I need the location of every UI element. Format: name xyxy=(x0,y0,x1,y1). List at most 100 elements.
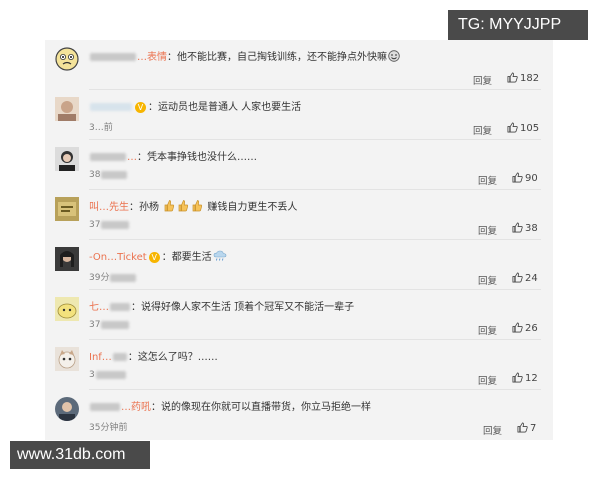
like-button[interactable]: 182 xyxy=(507,72,539,84)
comment-text-continued: 赚钱自力更生不丢人 xyxy=(207,202,298,213)
like-button[interactable]: 24 xyxy=(512,272,538,284)
rain-cloud-emoji-icon xyxy=(213,250,227,265)
blurred-username xyxy=(90,53,136,61)
comment-line: 七… ：说得好像人家不生活 顶着个冠军又不能活一辈子 xyxy=(89,302,355,313)
reply-button[interactable]: 回复 xyxy=(473,73,492,87)
comment-item: 七… ：说得好像人家不生活 顶着个冠军又不能活一辈子 37 回复 26 xyxy=(45,290,553,340)
comment-line: …表情：他不能比赛，自己掏钱训练，还不能挣点外快嘛 xyxy=(89,48,401,65)
photo-avatar-icon xyxy=(55,147,79,171)
comment-time: 35分钟前 xyxy=(89,423,128,433)
reply-button[interactable]: 回复 xyxy=(478,173,497,187)
comment-item: …表情：他不能比赛，自己掏钱训练，还不能挣点外快嘛 回复 182 xyxy=(45,40,553,90)
blurred-username xyxy=(90,403,120,411)
comment-time: 38 xyxy=(89,170,128,180)
photo-avatar-icon xyxy=(55,197,79,221)
comment-line: …：凭本事挣钱也没什么…… xyxy=(89,148,257,163)
avatar[interactable] xyxy=(55,397,79,421)
photo-avatar-icon xyxy=(55,247,79,271)
like-button[interactable]: 26 xyxy=(512,322,538,334)
reply-button[interactable]: 回复 xyxy=(478,323,497,337)
avatar[interactable] xyxy=(55,97,79,121)
comment-text: 孙杨 xyxy=(139,202,159,213)
avatar[interactable] xyxy=(55,47,79,71)
comment-time: 37 xyxy=(89,320,130,330)
comment-text: 说的像现在你就可以直播带货，你立马拒绝一样 xyxy=(161,402,371,413)
username[interactable]: 七… xyxy=(89,302,109,313)
comment-line: …药吼：说的像现在你就可以直播带货，你立马拒绝一样 xyxy=(89,398,371,413)
like-count: 182 xyxy=(520,73,540,84)
comment-list: …表情：他不能比赛，自己掏钱训练，还不能挣点外快嘛 回复 182 V ：运动员也是… xyxy=(45,40,553,440)
comment-time: 37 xyxy=(89,220,130,230)
avatar[interactable] xyxy=(55,247,79,271)
comment-line: -On…Ticket V ：都要生活 xyxy=(89,248,228,265)
like-count: 105 xyxy=(520,123,540,134)
like-button[interactable]: 12 xyxy=(512,372,538,384)
reply-button[interactable]: 回复 xyxy=(478,373,497,387)
thumbs-up-icon xyxy=(512,372,523,383)
thumbs-up-emoji-icon xyxy=(177,199,189,215)
reply-button[interactable]: 回复 xyxy=(478,223,497,237)
verified-badge-icon: V xyxy=(135,101,146,113)
comment-line: 叫…先生：孙杨 赚钱自力更生不丢人 xyxy=(89,198,297,215)
comment-item: …药吼：说的像现在你就可以直播带货，你立马拒绝一样 35分钟前 回复 7 xyxy=(45,390,553,440)
comment-item: V ：运动员也是普通人 人家也要生活 3…前 回复 105 xyxy=(45,90,553,140)
avatar[interactable] xyxy=(55,147,79,171)
like-count: 90 xyxy=(525,173,538,184)
comment-text: 都要生活 xyxy=(171,252,212,263)
watermark-top: TG: MYYJJPP xyxy=(448,10,588,40)
reply-button[interactable]: 回复 xyxy=(478,273,497,287)
blurred-username xyxy=(90,153,126,161)
username[interactable]: 叫…先生 xyxy=(89,202,129,213)
thumbs-up-emoji-icon xyxy=(191,199,203,215)
like-button[interactable]: 105 xyxy=(507,122,539,134)
comment-item: Inf… ：这怎么了吗？…… 3 回复 12 xyxy=(45,340,553,390)
cartoon-avatar-icon xyxy=(55,297,79,321)
like-count: 26 xyxy=(525,323,538,334)
like-button[interactable]: 38 xyxy=(512,222,538,234)
reply-button[interactable]: 回复 xyxy=(473,123,492,137)
like-count: 12 xyxy=(525,373,538,384)
meme-face-avatar-icon xyxy=(55,47,79,71)
thumbs-up-emoji-icon xyxy=(163,199,175,215)
like-button[interactable]: 90 xyxy=(512,172,538,184)
verified-badge-icon: V xyxy=(148,251,160,263)
comment-text: 凭本事挣钱也没什么…… xyxy=(147,152,257,163)
comment-line: Inf… ：这怎么了吗？…… xyxy=(89,352,218,363)
username[interactable]: -On…Ticket xyxy=(89,252,147,263)
comment-item: -On…Ticket V ：都要生活 39分 回复 24 xyxy=(45,240,553,290)
comment-time: 39分 xyxy=(89,270,137,283)
like-count: 24 xyxy=(525,273,538,284)
comment-text: 说得好像人家不生活 顶着个冠军又不能活一辈子 xyxy=(141,302,355,313)
photo-avatar-icon xyxy=(55,97,79,121)
like-count: 38 xyxy=(525,223,538,234)
thumbs-up-icon xyxy=(517,422,528,433)
thumbs-up-icon xyxy=(512,322,523,333)
avatar[interactable] xyxy=(55,297,79,321)
username[interactable]: Inf… xyxy=(89,352,112,363)
photo-avatar-icon xyxy=(55,397,79,421)
cat-avatar-icon xyxy=(55,347,79,371)
comment-item: …：凭本事挣钱也没什么…… 38 回复 90 xyxy=(45,140,553,190)
watermark-bottom: www.31db.com xyxy=(10,441,150,469)
comment-line: V ：运动员也是普通人 人家也要生活 xyxy=(89,98,301,113)
thumbs-up-icon xyxy=(512,222,523,233)
thumbs-up-icon xyxy=(512,172,523,183)
avatar[interactable] xyxy=(55,347,79,371)
reply-button[interactable]: 回复 xyxy=(483,423,502,437)
comment-time: 3 xyxy=(89,370,127,380)
blurred-username xyxy=(90,103,132,111)
avatar[interactable] xyxy=(55,197,79,221)
comment-text: 他不能比赛，自己掏钱训练，还不能挣点外快嘛 xyxy=(177,52,387,63)
username[interactable]: …表情 xyxy=(137,52,167,63)
username[interactable]: …药吼 xyxy=(121,402,151,413)
thumbs-up-icon xyxy=(507,122,518,133)
comment-item: 叫…先生：孙杨 赚钱自力更生不丢人 37 回复 38 xyxy=(45,190,553,240)
username[interactable]: … xyxy=(127,152,137,163)
thumbs-up-icon xyxy=(507,72,518,83)
thumbs-up-icon xyxy=(512,272,523,283)
like-button[interactable]: 7 xyxy=(517,422,536,434)
comment-text: 这怎么了吗？…… xyxy=(137,352,218,363)
comment-text: 运动员也是普通人 人家也要生活 xyxy=(158,102,302,113)
comment-time: 3…前 xyxy=(89,123,113,133)
laughing-crying-emoji-icon xyxy=(388,49,400,65)
